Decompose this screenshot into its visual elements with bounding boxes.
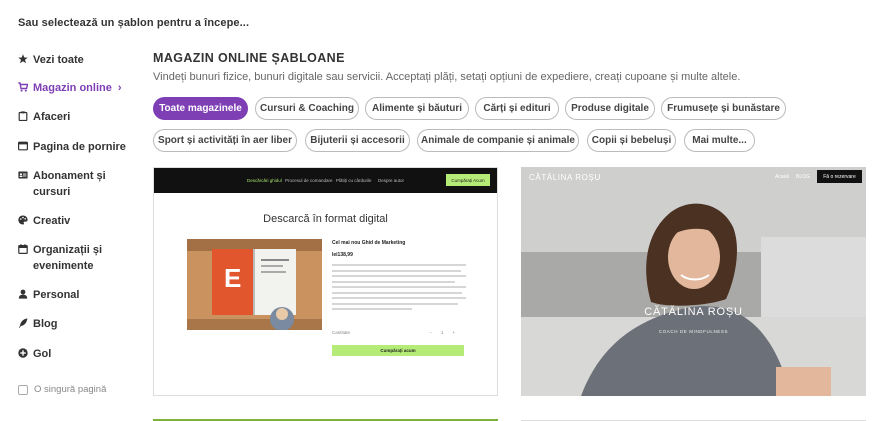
template-heading: Descarcă în format digital — [263, 213, 388, 225]
sidebar-item-label: Gol — [33, 348, 52, 360]
filter-chip-food-drinks[interactable]: Alimente și băuturi — [365, 97, 469, 120]
id-card-icon — [18, 169, 28, 181]
sidebar-item-label: Organizații și evenimente — [33, 244, 103, 272]
palette-icon — [18, 214, 28, 226]
template-booking-button: Fă o rezervare — [817, 170, 862, 183]
template-quantity-row: Cantitate −1+ — [332, 330, 464, 338]
chevron-right-icon: › — [117, 82, 122, 94]
single-page-checkbox[interactable] — [18, 384, 28, 395]
coach-photo — [521, 167, 866, 396]
filter-chip-books-publishing[interactable]: Cărți și edituri — [475, 97, 559, 120]
filter-chip-jewelry-accessories[interactable]: Bijuterii și accesorii — [305, 129, 410, 152]
sidebar-item-label: Personal — [33, 289, 80, 301]
template-quantity-stepper: −1+ — [429, 330, 464, 335]
sidebar-item-label: Afaceri — [33, 111, 71, 123]
filter-chip-courses-coaching[interactable]: Cursuri & Coaching — [255, 97, 359, 120]
plus-circle-icon — [18, 347, 28, 359]
calendar-icon — [18, 243, 28, 255]
filter-chip-digital-products[interactable]: Produse digitale — [565, 97, 655, 120]
single-page-toggle[interactable]: O singură pagină — [18, 384, 106, 395]
sidebar-item-label: Pagina de pornire — [33, 141, 126, 153]
template-buy-button: Cumpărați acum — [332, 345, 464, 356]
template-product-info: Cel mai nou Ghid de Marketing lei138,99 — [332, 240, 466, 314]
sidebar-item-label: Abonament și cursuri — [33, 170, 106, 198]
template-nav-link: Plătiți cu cârdurile — [336, 178, 372, 183]
sidebar-item-organizations-events[interactable]: Organizații și evenimente — [18, 242, 138, 274]
template-nav-link: Descărcări ghidul — [247, 178, 282, 183]
template-card-digital-download[interactable]: Descărcări ghidul Procesul de comandare … — [153, 167, 498, 396]
sidebar-item-online-store[interactable]: Magazin online › — [18, 80, 122, 96]
template-card-coach[interactable]: CĂTĂLINA ROȘU Acasă BLOG Fă o rezervare … — [521, 167, 866, 396]
cart-icon — [18, 81, 28, 93]
page-description: Vindeți bunuri fizice, bunuri digitale s… — [153, 71, 741, 83]
page-hint: Sau selectează un șablon pentru a începe… — [18, 17, 250, 29]
filter-chip-kids-babies[interactable]: Copii și bebeluși — [587, 129, 676, 152]
sidebar-item-business[interactable]: Afaceri — [18, 109, 70, 125]
template-quantity-label: Cantitate — [332, 330, 351, 335]
star-icon — [18, 53, 28, 65]
sidebar-item-blank[interactable]: Gol — [18, 346, 51, 362]
template-nav-bar: Descărcări ghidul Procesul de comandare … — [154, 168, 497, 193]
clipboard-icon — [18, 110, 28, 122]
sidebar-item-creative[interactable]: Creativ — [18, 213, 70, 229]
template-product-title: Cel mai nou Ghid de Marketing — [332, 240, 406, 246]
template-nav-button: Cumpărați Acum — [446, 174, 490, 186]
template-product-price: lei138,99 — [332, 252, 353, 258]
filter-chip-beauty-wellness[interactable]: Frumusețe și bunăstare — [661, 97, 786, 120]
single-page-label: O singură pagină — [34, 384, 107, 395]
sidebar-item-subscriptions[interactable]: Abonament și cursuri — [18, 168, 138, 200]
filter-chip-more[interactable]: Mai multe... — [684, 129, 755, 152]
filter-chip-sports-outdoors[interactable]: Sport și activități în aer liber — [153, 129, 297, 152]
book-cover-image: E — [187, 239, 322, 330]
filter-chip-all-stores[interactable]: Toate magazinele — [153, 97, 248, 120]
sidebar-item-personal[interactable]: Personal — [18, 287, 79, 303]
quill-icon — [18, 317, 28, 329]
sidebar-item-label: Blog — [33, 318, 58, 330]
template-nav-link: Acasă — [775, 174, 789, 180]
filter-chip-pets-animals[interactable]: Animale de companie și animale — [417, 129, 579, 152]
template-site-name: CĂTĂLINA ROȘU — [529, 173, 601, 182]
template-nav-link: Procesul de comandare — [285, 178, 333, 183]
template-nav-link: BLOG — [796, 174, 810, 180]
sidebar-item-all[interactable]: Vezi toate — [18, 52, 84, 68]
template-hero-title: CĂTĂLINA ROȘU — [644, 306, 743, 318]
sidebar-item-label: Magazin online — [33, 82, 112, 94]
user-icon — [18, 288, 28, 300]
template-nav-link: Despre autor — [378, 178, 405, 183]
browser-window-icon — [18, 140, 28, 152]
page-title: MAGAZIN ONLINE ȘABLOANE — [153, 51, 345, 65]
template-product-description — [332, 264, 466, 310]
sidebar-item-blog[interactable]: Blog — [18, 316, 57, 332]
template-hero-subtitle: COACH DE MINDFULNESS — [658, 329, 729, 334]
svg-text:E: E — [224, 263, 241, 293]
sidebar-item-label: Creativ — [33, 215, 71, 227]
sidebar-item-label: Vezi toate — [33, 54, 84, 66]
sidebar-item-homepage[interactable]: Pagina de pornire — [18, 139, 126, 155]
